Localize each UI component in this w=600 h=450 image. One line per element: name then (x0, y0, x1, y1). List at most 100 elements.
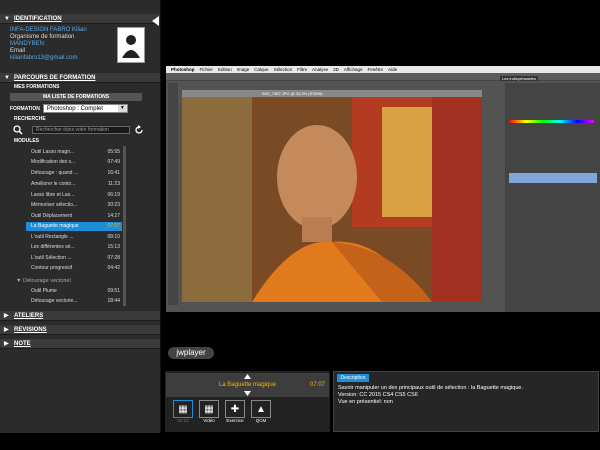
identification-label: IDENTIFICATION (14, 16, 62, 22)
ateliers-label: ATELIERS (14, 313, 44, 319)
triangle-down-icon: ▼ (4, 16, 10, 22)
module-title: Outil Déplacement (31, 213, 73, 219)
module-item[interactable]: Mémoriser sélectio... 20:23 (26, 201, 122, 210)
tool-exercice-label: Exercice (226, 418, 244, 423)
tool-qcm[interactable]: ▲ QCM (251, 400, 273, 424)
down-arrow-icon[interactable] (244, 391, 251, 396)
module-duration: 16:41 (107, 170, 120, 176)
triangle-down-icon: ▼ (16, 278, 23, 284)
formation-value: Photoshop : Complet (46, 106, 103, 112)
ps-menu-item: Calque (254, 67, 269, 72)
up-arrow-icon[interactable] (244, 374, 251, 379)
now-playing: La Baguette magique 07:07 (166, 373, 329, 397)
ps-panels (505, 83, 600, 312)
ps-document-tab: IMG_7487.JPG @ 33,3% (RVB/8) (182, 90, 482, 97)
ps-menu-item: Aide (388, 67, 398, 72)
modules-label: MODULES (14, 138, 39, 144)
revisions-header[interactable]: ▶ REVISIONS (0, 325, 160, 335)
ps-menu-item: Photoshop (171, 67, 195, 72)
ps-toolbox (168, 83, 178, 305)
module-item-active[interactable]: La Baguette magique 07:07 (26, 222, 122, 231)
module-title: Contour progressif (31, 265, 73, 271)
chapter-controls: La Baguette magique 07:07 ▦ 02:22 ▦ Vidé… (165, 371, 330, 432)
ps-options-bar: Les indispensables (166, 73, 600, 81)
refresh-icon[interactable] (134, 125, 144, 135)
layer-row (509, 173, 597, 183)
module-item[interactable]: Contour progressif 04:42 (26, 264, 122, 273)
triangle-down-icon: ▼ (4, 75, 10, 81)
tool-film[interactable]: ▦ 02:22 (173, 400, 195, 424)
ps-menu-item: Fichier (199, 67, 214, 72)
module-duration: 20:23 (107, 202, 120, 208)
module-duration: 06:19 (107, 192, 120, 198)
description-panel: Description Savoir manipuler un des prin… (333, 371, 599, 432)
jwplayer-logo: jwplayer (168, 347, 214, 359)
module-item[interactable]: Les différentes sé... 15:13 (26, 243, 122, 252)
formation-row: FORMATION Photoshop : Complet ▼ (10, 104, 138, 113)
module-title: Détourage vectorie... (31, 298, 78, 304)
liste-formations-button[interactable]: MA LISTE DE FORMATIONS (10, 93, 142, 101)
module-item[interactable]: Améliorer le conto... 11:23 (26, 180, 122, 189)
module-duration: 11:23 (107, 181, 120, 187)
module-title: La Baguette magique (31, 223, 79, 229)
module-duration: 07:07 (107, 223, 120, 229)
search-input[interactable]: Rechercher dans votre formation (32, 126, 130, 134)
tool-exercice[interactable]: ✚ Exercice (225, 400, 247, 424)
module-item[interactable]: Outil Déplacement 14:27 (26, 212, 122, 221)
module-title: L'outil Sélection ... (31, 255, 72, 261)
ps-menu-item: Sélection (273, 67, 293, 72)
tool-video[interactable]: ▦ Vidéo (199, 400, 221, 424)
triangle-right-icon: ▶ (4, 341, 9, 347)
search-icon[interactable] (13, 125, 23, 135)
ps-menubar: Photoshop Fichier Edition Image Calque S… (166, 66, 600, 73)
note-header[interactable]: ▶ NOTE (0, 339, 160, 349)
color-spectrum (509, 120, 594, 123)
identity-block: INFA-DESIGN FABRO Kilian Organisme de fo… (10, 27, 150, 69)
now-playing-title: La Baguette magique (218, 382, 277, 388)
ps-menu-item: Filtre (297, 67, 308, 72)
module-item[interactable]: Outil Plume 09:51 (26, 287, 122, 296)
film-icon: ▦ (173, 400, 193, 418)
module-item[interactable]: Lasso libre et Las... 06:19 (26, 191, 122, 200)
description-line: Version: CC 2015 CS4 CS5 CS6 (338, 392, 418, 398)
formation-select[interactable]: Photoshop : Complet ▼ (42, 104, 128, 113)
module-title: Détourage : quand ... (31, 170, 78, 176)
module-item[interactable]: Outil Lasso magn... 05:55 (26, 148, 122, 157)
collapse-sidebar-icon[interactable] (152, 16, 159, 26)
ps-menu-item: Affichage (343, 67, 363, 72)
description-tab[interactable]: Description (337, 374, 369, 382)
recherche-label: RECHERCHE (14, 116, 46, 122)
module-item[interactable]: Détourage vectorie... 18:44 (26, 297, 122, 306)
ps-menu-item: Edition (218, 67, 232, 72)
note-label: NOTE (14, 341, 31, 347)
module-item[interactable]: L'outil Rectangle ... 08:10 (26, 233, 122, 242)
module-group-header[interactable]: ▼ Détourage vectoriel (16, 278, 71, 284)
ateliers-header[interactable]: ▶ ATELIERS (0, 311, 160, 321)
formation-label: FORMATION (10, 105, 40, 112)
module-title: Mémoriser sélectio... (31, 202, 78, 208)
video-frame[interactable]: Photoshop Fichier Edition Image Calque S… (166, 66, 600, 312)
sidebar: ▼ IDENTIFICATION INFA-DESIGN FABRO Kilian… (0, 0, 161, 433)
search-row: Rechercher dans votre formation (10, 124, 143, 136)
module-item[interactable]: Modification des s... 07:49 (26, 158, 122, 167)
ps-menu-item: 3D (333, 67, 339, 72)
ps-canvas-photo (182, 97, 482, 302)
module-duration: 07:28 (107, 255, 120, 261)
identification-header[interactable]: ▼ IDENTIFICATION (0, 14, 160, 24)
module-duration: 18:44 (107, 298, 120, 304)
module-title: L'outil Rectangle ... (31, 234, 74, 240)
module-title: Les différentes sé... (31, 244, 75, 250)
module-duration: 07:49 (107, 159, 120, 165)
module-item[interactable]: Détourage : quand ... 16:41 (26, 169, 122, 178)
puzzle-icon: ✚ (225, 400, 245, 418)
description-line: Savoir manipuler un des principaux outil… (338, 385, 523, 391)
module-item[interactable]: L'outil Sélection ... 07:28 (26, 254, 122, 263)
description-text: Savoir manipuler un des principaux outil… (338, 385, 593, 406)
triangle-right-icon: ▶ (4, 327, 9, 333)
modules-scrollbar[interactable] (123, 146, 126, 306)
avatar (117, 27, 145, 63)
parcours-header[interactable]: ▼ PARCOURS DE FORMATION (0, 73, 160, 83)
now-playing-time: 07:07 (309, 382, 325, 388)
module-duration: 05:55 (107, 149, 120, 155)
triangle-right-icon: ▶ (4, 313, 9, 319)
